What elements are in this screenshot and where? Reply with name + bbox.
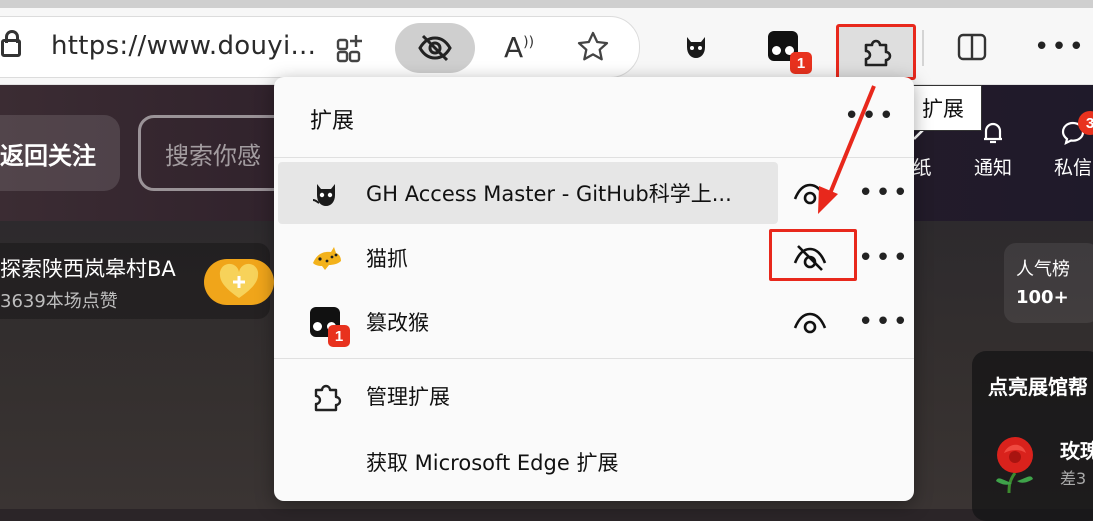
cat-extension-icon[interactable] xyxy=(668,22,724,72)
rank-value: 100+ xyxy=(1016,287,1069,308)
extension-row-gh-access-master[interactable]: GH Access Master - GitHub科学上... ••• xyxy=(274,162,914,224)
extension-name: GH Access Master - GitHub科学上... xyxy=(366,182,732,206)
popup-more-icon[interactable]: ••• xyxy=(844,103,896,129)
get-extensions-label: 获取 Microsoft Edge 扩展 xyxy=(366,451,619,475)
nav-item-label: 通知 xyxy=(974,157,1013,179)
extensions-button[interactable] xyxy=(836,24,916,80)
annotation-highlight-box xyxy=(769,229,857,281)
back-to-following-button[interactable]: 返回关注 xyxy=(0,115,120,191)
favorite-star-icon[interactable] xyxy=(571,25,615,69)
add-tab-icon[interactable] xyxy=(329,25,373,69)
toolbar-divider xyxy=(922,30,924,66)
extensions-tooltip: 扩展 xyxy=(904,85,982,131)
eye-off-icon xyxy=(418,34,452,62)
exhibit-item-desc: 差3 xyxy=(1060,469,1087,488)
address-bar[interactable]: https://www.douyi... A)) xyxy=(0,16,640,78)
rank-title: 人气榜 xyxy=(1016,259,1070,280)
popup-title: 扩展 xyxy=(310,109,355,134)
cat-catch-icon xyxy=(313,247,341,270)
popup-divider xyxy=(274,358,914,359)
exhibit-item-name: 玫瑰 xyxy=(1060,439,1093,463)
show-in-toolbar-toggle[interactable] xyxy=(790,305,830,339)
extensions-puzzle-icon xyxy=(314,384,342,412)
extension-more-icon[interactable]: ••• xyxy=(858,241,910,275)
tampermonkey-button[interactable]: 1 xyxy=(756,22,812,74)
rose-icon xyxy=(996,437,1033,494)
manage-extensions-item[interactable]: 管理扩展 xyxy=(274,365,914,427)
split-screen-icon[interactable] xyxy=(944,22,1000,72)
tracking-prevention-button[interactable] xyxy=(395,23,475,73)
follow-heart-button[interactable] xyxy=(204,259,274,305)
extensions-puzzle-icon xyxy=(864,39,892,67)
show-in-toolbar-toggle[interactable] xyxy=(790,176,830,210)
manage-extensions-label: 管理扩展 xyxy=(366,385,450,409)
extension-name: 猫抓 xyxy=(366,247,408,271)
github-cat-icon xyxy=(312,184,335,206)
window-top-strip xyxy=(0,0,1093,8)
popup-divider xyxy=(274,157,914,158)
live-title: 探索陕西岚皋村BA xyxy=(0,257,176,281)
nav-item-label: 私信 xyxy=(1054,157,1093,179)
extension-name: 篡改猴 xyxy=(366,311,429,335)
nav-item-messages[interactable]: 私信 3 xyxy=(1054,111,1093,180)
tampermonkey-badge: 1 xyxy=(328,325,350,347)
eye-icon xyxy=(793,183,827,205)
nav-item-label: 纸 xyxy=(912,157,932,179)
popularity-rank-card[interactable]: 人气榜 100+ xyxy=(1004,243,1093,323)
tampermonkey-icon: 1 xyxy=(310,307,350,347)
exhibit-card[interactable]: 点亮展馆帮 玫瑰 差3 xyxy=(972,351,1093,521)
exhibit-title: 点亮展馆帮 xyxy=(988,375,1088,399)
read-aloud-icon[interactable]: A)) xyxy=(497,25,541,69)
tampermonkey-badge: 1 xyxy=(790,52,812,74)
extension-more-icon[interactable]: ••• xyxy=(858,176,910,210)
heart-icon xyxy=(219,263,259,298)
lock-icon[interactable] xyxy=(1,30,21,57)
more-icon[interactable]: ••• xyxy=(1032,22,1088,72)
extension-more-icon[interactable]: ••• xyxy=(858,305,910,339)
eye-icon xyxy=(793,312,827,334)
url-text[interactable]: https://www.douyi... xyxy=(51,31,316,61)
browser-toolbar: https://www.douyi... A)) 1 ••• xyxy=(0,8,1093,85)
extension-row-tampermonkey[interactable]: 1 篡改猴 ••• xyxy=(274,291,914,353)
get-edge-extensions-item[interactable]: 获取 Microsoft Edge 扩展 xyxy=(274,431,914,493)
live-likes: 3639本场点赞 xyxy=(0,291,118,312)
extensions-popup: 扩展 ••• GH Access Master - GitHub科学上... •… xyxy=(274,77,914,501)
bell-icon xyxy=(984,122,1002,144)
